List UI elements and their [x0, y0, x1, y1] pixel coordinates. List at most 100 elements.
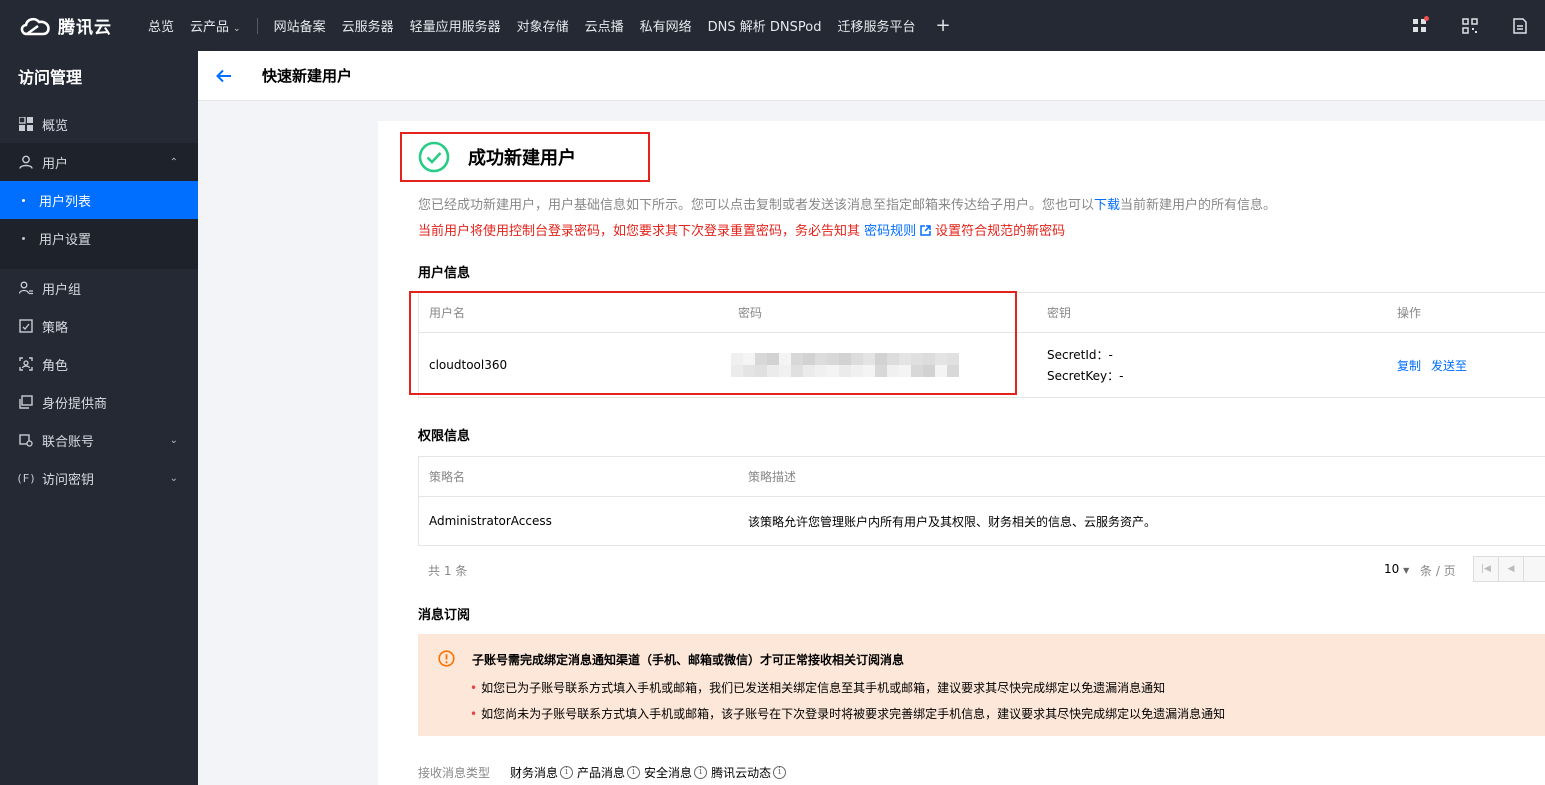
sidebar-subitem-label: 用户设置	[39, 232, 92, 248]
pagination: 共 1 条 10 ▼ 条 / 页 |◀ ◀	[418, 551, 1545, 587]
chevron-down-icon: ⌄	[233, 24, 241, 34]
check-circle-icon	[418, 141, 450, 173]
secret-key-cell: SecretId：- SecretKey：-	[1047, 333, 1123, 397]
secret-id-value: SecretId：-	[1047, 348, 1113, 362]
message-type-news[interactable]: 腾讯云动态 i	[711, 764, 787, 781]
desc-text: 您已经成功新建用户，用户基础信息如下所示。您可以点击复制或者发送该消息至指定邮箱…	[418, 198, 1095, 213]
first-page-button[interactable]: |◀	[1474, 557, 1499, 581]
sidebar-subitem-user-list[interactable]: 用户列表	[0, 181, 198, 219]
qrcode-icon	[1462, 17, 1478, 34]
info-icon[interactable]: i	[694, 766, 708, 779]
info-icon[interactable]: i	[560, 766, 574, 779]
first-page-icon: |◀	[1481, 564, 1491, 574]
quick-nav-item[interactable]: 迁移服务平台	[830, 16, 924, 35]
sidebar-item-label: 角色	[42, 358, 69, 374]
sidebar-title: 访问管理	[18, 68, 83, 87]
sidebar-item-label: 策略	[42, 320, 69, 336]
password-rules-link[interactable]: 密码规则	[864, 224, 916, 239]
external-link-icon[interactable]	[920, 225, 931, 236]
total-count: 共 1 条	[428, 564, 468, 578]
info-icon[interactable]: i	[627, 766, 641, 779]
sidebar-item-overview[interactable]: 概览	[0, 105, 198, 143]
warning-text: 当前用户将使用控制台登录密码，如您要求其下次登录重置密码，务必告知其	[418, 224, 861, 239]
role-icon	[18, 356, 34, 372]
quick-nav-item[interactable]: 对象存储	[509, 16, 577, 35]
message-type-security[interactable]: 安全消息 i	[644, 764, 708, 781]
top-right-tools	[1395, 0, 1545, 51]
bullet-icon: •	[470, 681, 478, 695]
permission-table: 策略名 策略描述 AdministratorAccess 该策略允许您管理账户内…	[418, 456, 1545, 546]
message-type-label: 财务消息	[510, 766, 559, 780]
message-types-row: 接收消息类型 财务消息 i 产品消息 i 安全消息 i 腾讯云动态 i	[418, 764, 787, 781]
sidebar-item-users[interactable]: 用户 ⌃	[0, 143, 198, 181]
highlight-box	[409, 291, 1017, 395]
sidebar-subitem-user-settings[interactable]: 用户设置	[0, 219, 198, 257]
copy-button[interactable]: 复制	[1397, 357, 1421, 374]
message-type-finance[interactable]: 财务消息 i	[510, 764, 574, 781]
success-banner: 成功新建用户	[400, 132, 650, 182]
brand-logo[interactable]: 腾讯云	[0, 13, 140, 38]
sidebar-item-federated-accounts[interactable]: 联合账号 ⌄	[0, 421, 198, 459]
password-warning: 当前用户将使用控制台登录密码，如您要求其下次登录重置密码，务必告知其 密码规则 设…	[418, 220, 1065, 239]
per-page-label: 条 / 页	[1420, 564, 1456, 578]
message-types-label: 接收消息类型	[418, 766, 491, 780]
bullet-icon	[22, 236, 25, 240]
message-type-product[interactable]: 产品消息 i	[577, 764, 641, 781]
quick-nav-item[interactable]: 轻量应用服务器	[402, 16, 509, 35]
notice-heading: 子账号需完成绑定消息通知渠道（手机、邮箱或微信）才可正常接收相关订阅消息	[472, 653, 905, 667]
sidebar-item-label: 访问密钥	[42, 472, 95, 488]
col-actions: 操作	[1397, 306, 1422, 320]
info-icon[interactable]: i	[773, 766, 787, 779]
docs-button[interactable]	[1495, 0, 1545, 51]
user-group-icon	[18, 280, 34, 296]
apps-grid-button[interactable]	[1395, 0, 1445, 51]
quick-nav-item[interactable]: 网站备案	[266, 16, 334, 35]
quick-nav-item[interactable]: 私有网络	[632, 16, 700, 35]
policy-name-value: AdministratorAccess	[429, 514, 552, 528]
page-title: 快速新建用户	[262, 67, 353, 85]
actions-cell: 复制 发送至	[1397, 333, 1477, 397]
notice-line: • 如您尚未为子账号联系方式填入手机或邮箱，该子账号在下次登录时将被要求完善绑定手…	[470, 705, 1225, 722]
sidebar-item-policies[interactable]: 策略	[0, 307, 198, 345]
subscription-title: 消息订阅	[418, 608, 471, 623]
download-link[interactable]: 下载	[1094, 198, 1120, 213]
sidebar-item-roles[interactable]: 角色	[0, 345, 198, 383]
sidebar-item-user-groups[interactable]: 用户组	[0, 269, 198, 307]
sidebar-item-access-keys[interactable]: (F) 访问密钥 ⌄	[0, 459, 198, 497]
message-type-label: 安全消息	[644, 766, 693, 780]
table-header: 策略名 策略描述	[419, 457, 1545, 497]
federated-account-icon	[18, 432, 34, 448]
prev-page-button[interactable]: ◀	[1499, 557, 1524, 581]
access-key-icon: (F)	[16, 471, 36, 485]
sidebar-group-spacer	[0, 257, 198, 269]
sidebar-item-label: 联合账号	[42, 434, 95, 450]
subscription-notice: 子账号需完成绑定消息通知渠道（手机、邮箱或微信）才可正常接收相关订阅消息 • 如您…	[418, 634, 1545, 736]
top-nav: 总览 云产品 ⌄ 网站备案 云服务器 轻量应用服务器 对象存储 云点播 私有网络 …	[140, 0, 963, 51]
send-to-button[interactable]: 发送至	[1431, 357, 1467, 374]
chevron-down-icon: ⌄	[169, 472, 178, 484]
add-shortcut-button[interactable]: +	[924, 15, 963, 36]
desc-text: 当前新建用户的所有信息。	[1120, 198, 1277, 213]
quick-nav-item[interactable]: 云服务器	[334, 16, 402, 35]
quick-nav-item[interactable]: 云点播	[577, 16, 632, 35]
success-description: 您已经成功新建用户，用户基础信息如下所示。您可以点击复制或者发送该消息至指定邮箱…	[418, 194, 1276, 213]
user-info-title: 用户信息	[418, 266, 471, 281]
nav-overview[interactable]: 总览	[140, 16, 182, 35]
page-header: 快速新建用户	[198, 51, 1545, 101]
quick-nav-item[interactable]: DNS 解析 DNSPod	[700, 16, 830, 35]
chevron-up-icon: ⌃	[169, 156, 178, 168]
page-size-select[interactable]: 10 ▼	[1384, 562, 1409, 576]
sidebar-item-label: 用户	[42, 156, 69, 172]
success-title: 成功新建用户	[468, 148, 576, 169]
page-size-value: 10	[1384, 562, 1400, 576]
arrow-left-icon	[216, 69, 231, 82]
notification-dot	[1424, 16, 1429, 21]
nav-divider	[256, 17, 258, 34]
back-button[interactable]	[216, 69, 242, 83]
nav-cloud-products[interactable]: 云产品 ⌄	[182, 16, 249, 35]
result-card: 成功新建用户 您已经成功新建用户，用户基础信息如下所示。您可以点击复制或者发送该…	[378, 121, 1545, 785]
qrcode-button[interactable]	[1445, 0, 1495, 51]
document-icon	[1513, 17, 1527, 34]
sidebar-item-label: 用户组	[42, 282, 82, 298]
sidebar-item-identity-providers[interactable]: 身份提供商	[0, 383, 198, 421]
